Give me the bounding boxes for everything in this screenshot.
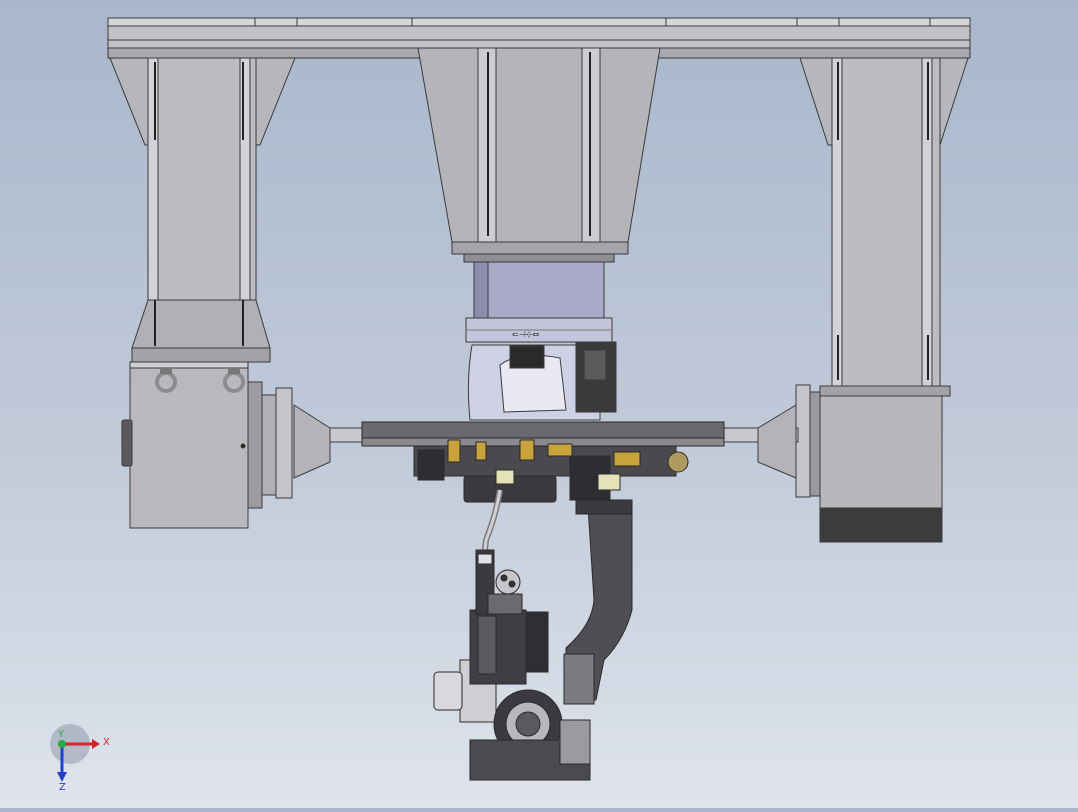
mounting-plate [361, 421, 725, 503]
y-axis-dot [58, 740, 66, 748]
z-axis-label: Z [59, 782, 66, 793]
z-arrow-icon [57, 772, 67, 782]
svg-text:⇐⊣⊹⇔: ⇐⊣⊹⇔ [512, 330, 539, 339]
x-arrow-icon [92, 739, 100, 749]
rotary-hub: ⇐⊣⊹⇔ [465, 261, 617, 421]
left-support-column [109, 57, 296, 529]
x-axis-label: X [103, 737, 110, 748]
right-support-column [795, 57, 969, 543]
coordinate-triad: X Y Z [50, 724, 110, 793]
center-tower [417, 47, 661, 263]
robot-arm [433, 499, 633, 781]
assembly-drawing: ⇐⊣⊹⇔ X Y Z [50, 17, 971, 793]
y-axis-label: Y [57, 729, 65, 740]
cad-viewport[interactable]: ⇐⊣⊹⇔ X Y Z [0, 0, 1078, 808]
welding-torch-icon [475, 549, 523, 615]
